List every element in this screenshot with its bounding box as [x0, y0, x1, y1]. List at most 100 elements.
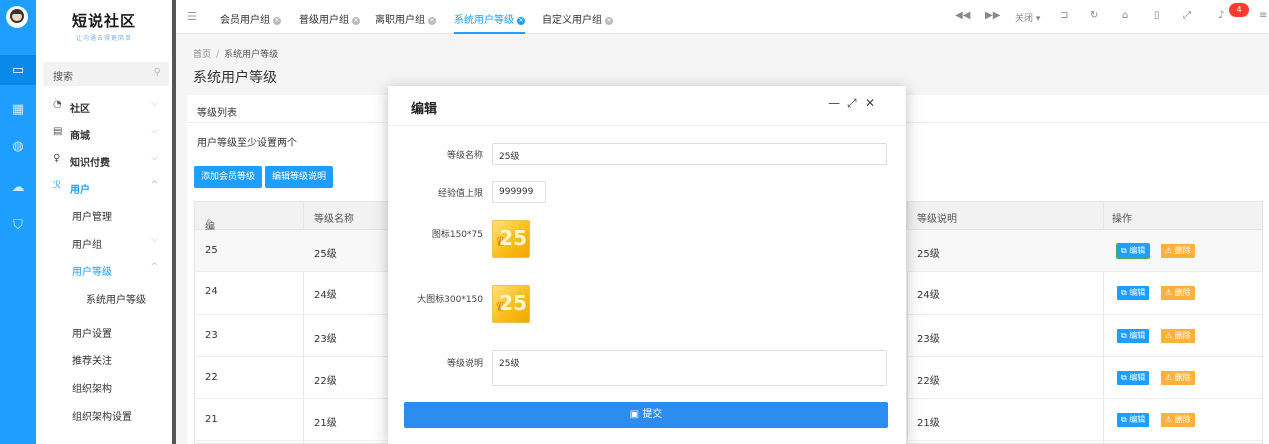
exp-limit-input[interactable]: 999999	[492, 181, 546, 203]
maximize-icon[interactable]: ⤢	[847, 96, 857, 111]
edit-label: 编辑	[1129, 288, 1146, 297]
edit-label: 编辑	[1129, 246, 1146, 255]
cell-name: 21级	[314, 418, 337, 429]
sidebar-item-user[interactable]: ℛ 用户 ^	[36, 174, 172, 200]
exit-icon[interactable]: ⊐	[1060, 10, 1068, 21]
sidebar-item-community[interactable]: ◔ 社区 ⌵	[36, 93, 172, 119]
notification-badge: 4	[1229, 3, 1249, 17]
cell-name: 24级	[314, 290, 337, 301]
delete-label: 删除	[1174, 246, 1191, 255]
delete-label: 删除	[1174, 415, 1191, 424]
delete-button[interactable]: ⚠ 删除	[1161, 286, 1195, 300]
globe-icon[interactable]: ◍	[0, 131, 36, 161]
close-icon[interactable]: ✕	[605, 17, 613, 25]
sidebar-item-user-level[interactable]: 用户等级 ^	[36, 256, 172, 282]
tab-bar: ☰ 会员用户组 ✕ 普级用户组 ✕ 离职用户组 ✕ 系统用户等级 ✕ 自定义用户组 ✕ ◀…	[176, 0, 1269, 34]
col-desc-header: 等级说明	[917, 214, 957, 225]
breadcrumb-current: 系统用户等级	[224, 50, 279, 60]
more-icon[interactable]: ≡	[1259, 10, 1267, 21]
edit-button[interactable]: ⧉ 编辑	[1115, 243, 1151, 259]
sidebar-item-label: 推荐关注	[72, 356, 112, 367]
level-name-input[interactable]: 25级	[492, 143, 887, 165]
tab-custom-group[interactable]: 自定义用户组 ✕	[542, 0, 613, 34]
sidebar-item-org-structure-settings[interactable]: 组织架构设置	[36, 401, 172, 427]
big-icon-upload-image[interactable]: ♛ 25	[492, 285, 530, 323]
edit-button[interactable]: ⧉ 编辑	[1117, 413, 1150, 427]
refresh-icon[interactable]: ↻	[1090, 10, 1098, 21]
add-member-level-button[interactable]: 添加会员等级	[194, 166, 263, 188]
sidebar-item-label: 用户组	[72, 240, 102, 251]
delete-button[interactable]: ⚠ 删除	[1161, 244, 1195, 258]
search-input[interactable]: 搜索 ⚲	[43, 62, 169, 86]
submit-button[interactable]: ▣ 提交	[404, 402, 888, 428]
edit-level-description-button[interactable]: 编辑等级说明	[265, 166, 334, 188]
search-label: 搜索	[53, 72, 73, 83]
grid-icon[interactable]: ▦	[0, 94, 36, 124]
cloud-icon[interactable]: ☁	[0, 172, 36, 202]
shield-icon[interactable]: ⛉	[0, 210, 36, 240]
tab-label: 自定义用户组	[542, 15, 602, 26]
chevron-down-icon: ⌵	[151, 99, 158, 109]
chevron-down-icon: ⌵	[151, 153, 158, 163]
close-icon[interactable]: ✕	[428, 17, 436, 25]
desktop-icon[interactable]: ▭	[0, 55, 36, 85]
close-icon[interactable]: ✕	[865, 96, 875, 110]
sidebar-item-shop[interactable]: ▤ 商城 ⌵	[36, 120, 172, 146]
chevron-up-icon: ^	[150, 262, 158, 272]
exp-limit-label: 经验值上限	[437, 189, 483, 199]
close-menu-button[interactable]: 关闭 ▾	[1015, 11, 1040, 24]
menu-toggle-icon[interactable]: ☰	[187, 10, 197, 23]
sidebar-item-user-management[interactable]: 用户管理	[36, 201, 172, 227]
fullscreen-icon[interactable]: ⤢	[1183, 10, 1191, 21]
tab-member-group[interactable]: 会员用户组 ✕	[220, 0, 281, 34]
logo-tagline: 让沟通去得更简单	[75, 35, 132, 42]
edit-button[interactable]: ⧉ 编辑	[1117, 286, 1150, 300]
sort-icon[interactable]: ⇕	[205, 218, 213, 229]
mobile-icon[interactable]: ▯	[1154, 10, 1160, 21]
scroll-left-icon[interactable]: ◀◀	[955, 10, 970, 21]
level-desc-textarea[interactable]: 25级	[492, 350, 887, 386]
scroll-right-icon[interactable]: ▶▶	[985, 10, 1000, 21]
sidebar: 短说社区 让沟通去得更简单 搜索 ⚲ ◔ 社区 ⌵ ▤ 商城 ⌵ ♀ 知识付费 …	[36, 0, 172, 444]
tab-label: 系统用户等级	[454, 15, 514, 26]
edit-button[interactable]: ⧉ 编辑	[1117, 371, 1150, 385]
cell-id: 22	[205, 372, 218, 383]
tab-system-user-level[interactable]: 系统用户等级 ✕	[454, 0, 525, 34]
big-icon-label: 大图标300*150	[417, 295, 483, 305]
close-icon[interactable]: ✕	[273, 17, 281, 25]
delete-button[interactable]: ⚠ 删除	[1161, 329, 1195, 343]
delete-button[interactable]: ⚠ 删除	[1161, 371, 1195, 385]
edit-label: 编辑	[1129, 373, 1146, 382]
sidebar-item-knowledge[interactable]: ♀ 知识付费 ⌵	[36, 147, 172, 173]
tab-normal-group[interactable]: 普级用户组 ✕	[299, 0, 360, 34]
breadcrumb: 首页 / 系统用户等级	[193, 47, 278, 60]
cell-name: 22级	[314, 376, 337, 387]
edit-button[interactable]: ⧉ 编辑	[1117, 329, 1150, 343]
close-icon[interactable]: ✕	[517, 17, 525, 25]
cell-id: 25	[205, 245, 218, 256]
sidebar-item-label: 社区	[70, 104, 90, 115]
sidebar-item-label: 用户管理	[72, 212, 112, 223]
tab-label: 普级用户组	[299, 15, 349, 26]
chevron-up-icon: ^	[150, 180, 158, 190]
home-icon[interactable]: ⌂	[1122, 10, 1128, 21]
breadcrumb-home[interactable]: 首页	[193, 50, 211, 60]
sidebar-item-user-group[interactable]: 用户组 ⌵	[36, 229, 172, 255]
search-icon: ⚲	[153, 67, 161, 78]
minimize-icon[interactable]: —	[828, 96, 840, 110]
avatar[interactable]	[6, 6, 28, 28]
icon-label: 图标150*75	[431, 230, 483, 240]
sidebar-item-system-user-level[interactable]: 系统用户等级	[36, 284, 172, 310]
sidebar-item-user-settings[interactable]: 用户设置	[36, 318, 172, 344]
close-icon[interactable]: ✕	[352, 17, 360, 25]
cell-id: 23	[205, 330, 218, 341]
sidebar-item-org-structure[interactable]: 组织架构	[36, 373, 172, 399]
icon-upload-image[interactable]: ♛ 25	[492, 220, 530, 258]
cell-id: 21	[205, 414, 218, 425]
logo[interactable]: 短说社区 让沟通去得更简单	[36, 0, 172, 52]
bell-icon[interactable]: ♪	[1218, 10, 1224, 21]
sidebar-item-recommend-follow[interactable]: 推荐关注	[36, 345, 172, 371]
tab-resigned-group[interactable]: 离职用户组 ✕	[375, 0, 436, 34]
cell-name: 25级	[314, 249, 337, 260]
delete-button[interactable]: ⚠ 删除	[1161, 413, 1195, 427]
